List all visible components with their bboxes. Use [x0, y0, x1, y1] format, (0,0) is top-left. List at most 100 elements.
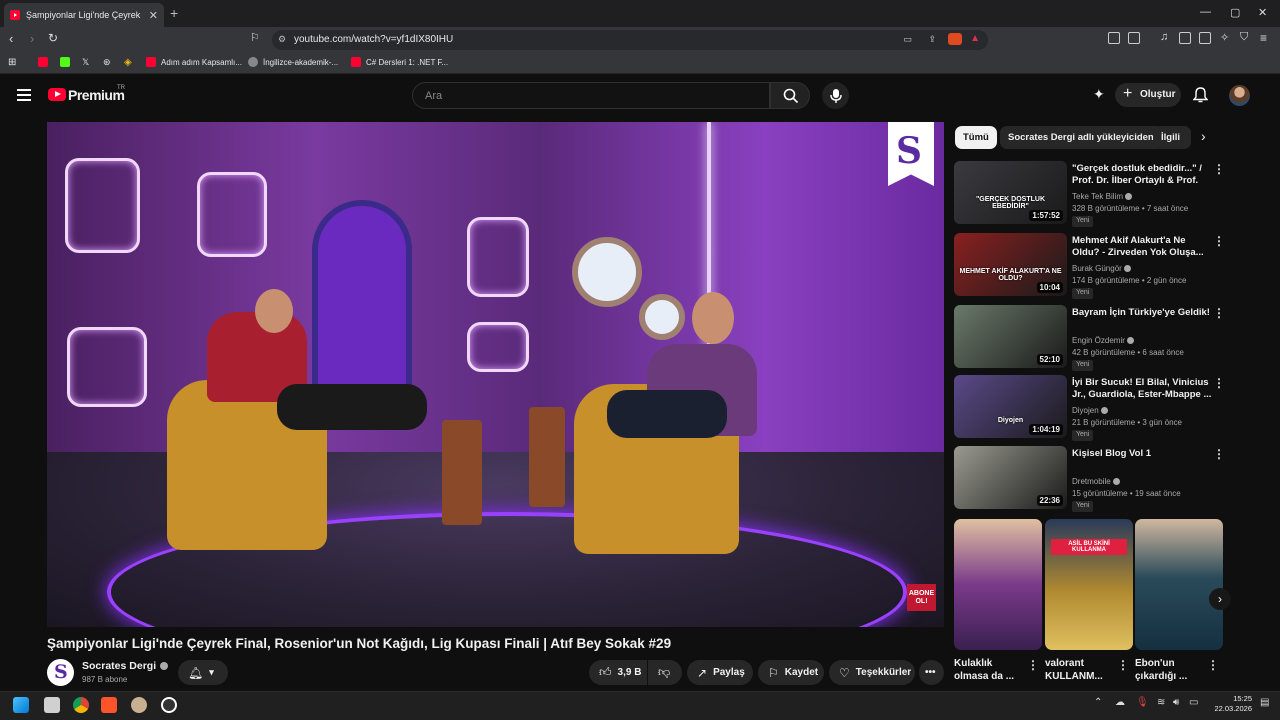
recommendation-title[interactable]: Mehmet Akif Alakurt'a Ne Oldu? - Zirvede…	[1072, 235, 1212, 259]
brave-shield-icon[interactable]	[948, 33, 962, 45]
short-menu-icon[interactable]: ⋮	[1027, 658, 1039, 672]
recommendation-title[interactable]: İyi Bir Sucuk! El Bilal, Vinicius Jr., G…	[1072, 377, 1212, 401]
extensions-icon[interactable]	[1108, 32, 1120, 44]
recommendation-title[interactable]: Bayram İçin Türkiye'ye Geldik!	[1072, 307, 1212, 319]
brave-icon[interactable]	[101, 697, 117, 713]
avatar[interactable]	[1229, 85, 1250, 106]
menu-icon[interactable]: ≡	[1260, 31, 1267, 45]
channel-avatar[interactable]: S	[47, 659, 74, 686]
short-menu-icon[interactable]: ⋮	[1207, 658, 1219, 672]
minimize-icon[interactable]: —	[1200, 6, 1211, 18]
sidebar-icon[interactable]	[1179, 32, 1191, 44]
recommendation-menu-icon[interactable]: ⋮	[1213, 376, 1225, 390]
save-button[interactable]: ⚐ Kaydet	[758, 660, 824, 685]
chip-uploader[interactable]: Socrates Dergi adlı yükleyiciden	[1000, 126, 1162, 149]
bookmark-page-icon[interactable]: ⚐	[250, 31, 260, 44]
magic-icon[interactable]: ✦	[1093, 86, 1105, 103]
apps-grid-icon[interactable]: ⊞	[8, 57, 16, 68]
chip-all[interactable]: Tümü	[955, 126, 997, 149]
recommendation-menu-icon[interactable]: ⋮	[1213, 447, 1225, 461]
bookmark-1[interactable]: Adım adım Kapsamlı...	[146, 57, 242, 67]
music-icon[interactable]: ♫	[1160, 31, 1168, 43]
recommendation-title[interactable]: Kişisel Blog Vol 1	[1072, 448, 1212, 460]
recommendation-thumbnail[interactable]: MEHMET AKİF ALAKURT'A NE OLDU? 10:04	[954, 233, 1067, 296]
shorts-next-button[interactable]: ›	[1209, 588, 1231, 610]
recommendation-channel[interactable]: Engin Özdemir	[1072, 336, 1135, 345]
short-thumbnail[interactable]	[954, 519, 1042, 650]
recommendation-channel[interactable]: Teke Tek Bilim	[1072, 192, 1133, 201]
share-button[interactable]: ↗ Paylaş	[687, 660, 753, 685]
recommendation-channel[interactable]: Diyojen	[1072, 406, 1108, 415]
short-thumbnail[interactable]: ASİL BU SKİNİ KULLANMA	[1045, 519, 1133, 650]
dislike-button[interactable]: 👎︎	[648, 660, 682, 685]
youtube-logo-icon[interactable]	[48, 88, 66, 101]
screenshot-icon[interactable]	[1128, 32, 1140, 44]
cast-icon[interactable]: ▭	[903, 34, 912, 45]
video-player[interactable]: S ABONE OL!	[47, 122, 944, 627]
site-info-icon[interactable]: ⚙	[278, 34, 286, 45]
recommendation-title[interactable]: "Gerçek dostluk ebedidir..." / Prof. Dr.…	[1072, 163, 1212, 187]
new-tab-icon[interactable]: +	[170, 5, 178, 21]
short-title[interactable]: valorant KULLANM...	[1045, 657, 1119, 683]
thanks-button[interactable]: ♡ Teşekkürler	[829, 660, 915, 685]
vpn-icon[interactable]: ⛉	[1240, 31, 1248, 44]
system-clock[interactable]: 15:25 22.03.2026	[1210, 694, 1252, 714]
back-icon[interactable]: ‹	[9, 31, 13, 46]
close-window-icon[interactable]: ✕	[1258, 6, 1267, 19]
bookmark-chatgpt-icon[interactable]: ⊛	[103, 57, 111, 68]
recommendation-menu-icon[interactable]: ⋮	[1213, 162, 1225, 176]
bookmark-binance-icon[interactable]: ◈	[124, 57, 132, 68]
maximize-icon[interactable]: ▢	[1230, 6, 1240, 19]
volume-icon[interactable]: 🔊︎	[1173, 697, 1179, 708]
short-title[interactable]: Kulaklık olmasa da ...	[954, 657, 1028, 683]
recommendation-channel[interactable]: Dretmobile	[1072, 477, 1120, 486]
forward-icon[interactable]: ›	[30, 31, 34, 46]
chrome-icon[interactable]	[73, 697, 89, 713]
short-menu-icon[interactable]: ⋮	[1117, 658, 1129, 672]
short-title[interactable]: Ebon'un çıkardığı ...	[1135, 657, 1209, 683]
obs-icon[interactable]	[161, 697, 177, 713]
browser-tab[interactable]: Şampiyonlar Ligi'nde Çeyrek Final... ✕	[4, 3, 164, 27]
wallet-icon[interactable]	[1199, 32, 1211, 44]
voice-search-button[interactable]	[822, 82, 849, 109]
youtube-premium-logo[interactable]: Premium	[68, 87, 125, 103]
ai-icon[interactable]: ✧	[1220, 31, 1229, 44]
wifi-icon[interactable]: ≋	[1157, 697, 1165, 708]
bookmark-kick-icon[interactable]	[60, 57, 75, 67]
more-actions-button[interactable]: •••	[919, 660, 944, 685]
search-button[interactable]	[770, 82, 810, 109]
recommendation-thumbnail[interactable]: Diyojen 1:04:19	[954, 375, 1067, 438]
create-button[interactable]: + Oluştur	[1115, 83, 1181, 107]
bookmark-3[interactable]: C# Dersleri 1: .NET F...	[351, 57, 448, 67]
mic-muted-icon[interactable]: 🎙︎	[1136, 697, 1149, 708]
subscribe-overlay-badge[interactable]: ABONE OL!	[907, 584, 936, 611]
chip-related[interactable]: İlgili	[1153, 126, 1191, 149]
url-field[interactable]: ⚙ youtube.com/watch?v=yf1dIX80IHU ▭ ⇪ ▲	[272, 30, 988, 50]
close-tab-icon[interactable]: ✕	[149, 9, 158, 22]
recommendation-channel[interactable]: Burak Güngör	[1072, 264, 1132, 273]
short-thumbnail[interactable]	[1135, 519, 1223, 650]
notification-bell-button[interactable]: 🔔︎ ▾	[178, 660, 228, 685]
recommendation-menu-icon[interactable]: ⋮	[1213, 306, 1225, 320]
app-icon[interactable]	[131, 697, 147, 713]
bookmark-2[interactable]: İngilizce-akademik-...	[248, 57, 338, 67]
recommendation-thumbnail[interactable]: "GERÇEK DOSTLUK EBEDİDİR" 1:57:52	[954, 161, 1067, 224]
like-button[interactable]: 👍︎ 3,9 B	[589, 660, 647, 685]
bookmark-x-icon[interactable]: 𝕏	[82, 57, 89, 68]
brave-rewards-icon[interactable]: ▲	[970, 33, 980, 44]
chevron-right-icon[interactable]: ›	[1201, 128, 1206, 144]
recommendation-thumbnail[interactable]: 22:36	[954, 446, 1067, 509]
notifications-bell-icon[interactable]	[1193, 87, 1208, 103]
share-page-icon[interactable]: ⇪	[928, 34, 936, 45]
channel-name[interactable]: Socrates Dergi	[82, 660, 169, 672]
notification-center-icon[interactable]: ▤	[1260, 697, 1269, 708]
guide-menu-icon[interactable]	[17, 89, 31, 101]
recommendation-thumbnail[interactable]: 52:10	[954, 305, 1067, 368]
battery-icon[interactable]: ▭	[1189, 697, 1198, 708]
tray-chevron-icon[interactable]: ⌃	[1094, 697, 1102, 708]
task-view-icon[interactable]	[44, 697, 60, 713]
tray-app-icon[interactable]: ☁	[1115, 697, 1125, 708]
search-input[interactable]: Ara	[412, 82, 770, 109]
bookmark-youtube-icon[interactable]	[38, 57, 53, 67]
windows-start-icon[interactable]	[13, 697, 29, 713]
